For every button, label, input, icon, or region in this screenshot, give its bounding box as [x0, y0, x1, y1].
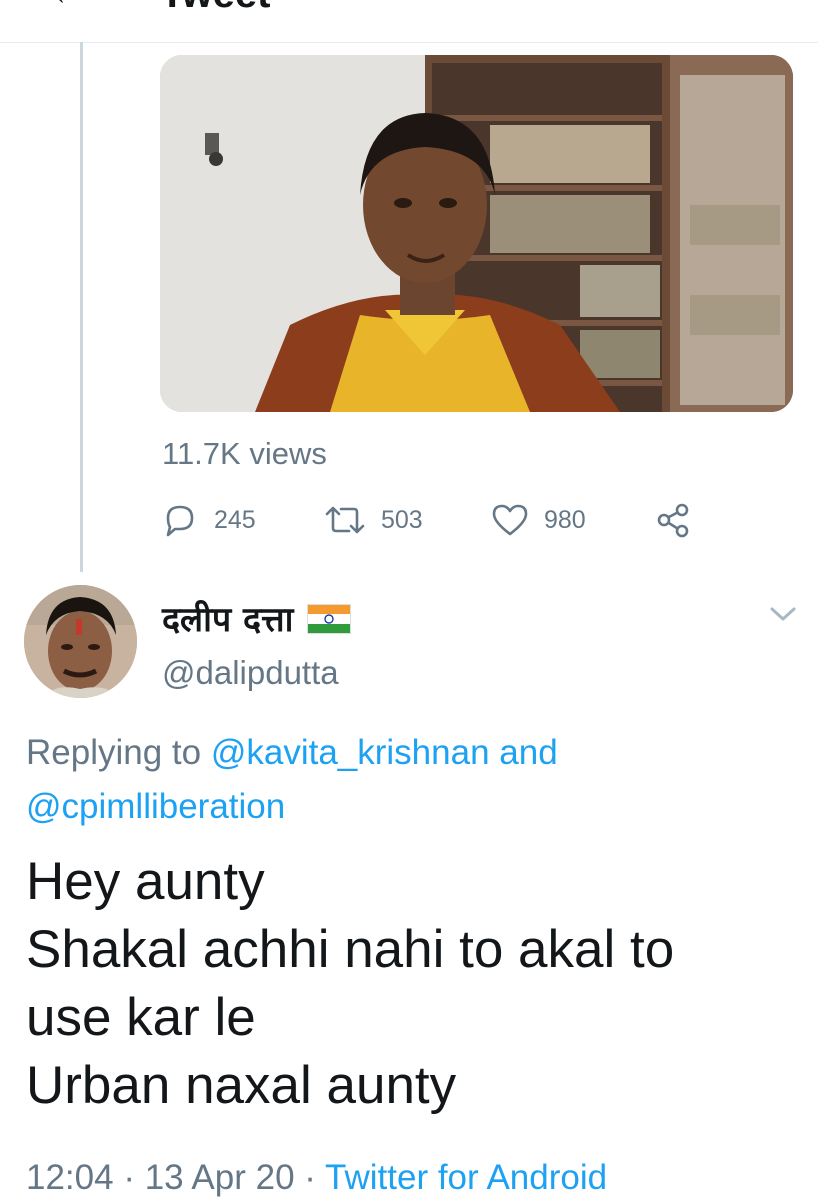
back-arrow-icon[interactable]: ← — [52, 0, 82, 12]
video-frame-image — [160, 55, 793, 412]
replying-to: Replying to @kavita_krishnan and @cpimll… — [26, 726, 786, 834]
page-title: Tweet — [160, 0, 270, 17]
retweet-button[interactable]: 503 — [323, 500, 423, 540]
share-icon — [657, 503, 689, 538]
view-count: 11.7K views — [162, 436, 327, 471]
reply-button[interactable]: 245 — [160, 500, 256, 540]
share-button[interactable] — [654, 500, 708, 540]
tweet-text-line: Shakal achhi nahi to akal to — [26, 920, 675, 979]
profile-photo — [24, 585, 137, 698]
tweet-text-line: Urban naxal aunty — [26, 1056, 457, 1115]
tweet-time: 12:04 — [26, 1158, 114, 1197]
mention-link-kavita[interactable]: @kavita_krishnan — [211, 733, 490, 772]
tweet-source-link[interactable]: Twitter for Android — [325, 1158, 607, 1197]
like-icon — [492, 504, 528, 536]
display-name-text: दलीप दत्ता — [162, 600, 294, 640]
display-name[interactable]: दलीप दत्ता — [162, 595, 352, 641]
chevron-down-icon[interactable] — [766, 602, 800, 631]
tweet-text-line: Hey aunty — [26, 852, 265, 911]
retweet-icon — [325, 506, 365, 534]
thread-connector-line — [80, 42, 83, 572]
user-handle[interactable]: @dalipdutta — [162, 654, 339, 692]
india-flag-icon — [307, 603, 352, 634]
retweet-count: 503 — [381, 505, 423, 534]
replying-and[interactable]: and — [490, 733, 557, 772]
tweet-text-line: use kar le — [26, 988, 256, 1047]
replying-prefix: Replying to — [26, 733, 211, 772]
tweet-metadata: 12:04 · 13 Apr 20 · Twitter for Android — [26, 1158, 607, 1198]
reply-icon — [166, 505, 194, 537]
avatar[interactable] — [24, 585, 137, 698]
reply-count: 245 — [214, 505, 256, 534]
tweet-text: Hey aunty Shakal achhi nahi to akal to u… — [26, 848, 796, 1120]
meta-separator: · — [113, 1158, 145, 1197]
meta-separator: · — [294, 1158, 326, 1197]
like-button[interactable]: 980 — [490, 500, 586, 540]
top-bar: ← Tweet — [0, 0, 818, 43]
like-count: 980 — [544, 505, 586, 534]
video-thumbnail[interactable] — [160, 55, 793, 412]
tweet-date: 13 Apr 20 — [144, 1158, 295, 1197]
mention-link-cpiml[interactable]: @cpimlliberation — [26, 787, 285, 826]
